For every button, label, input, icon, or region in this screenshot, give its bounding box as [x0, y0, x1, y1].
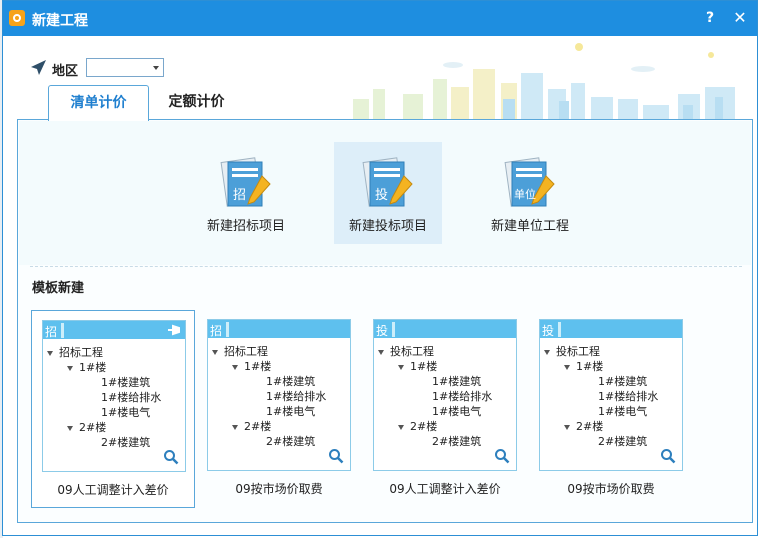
tree-building-2: 2#楼 [564, 419, 603, 434]
new-tender-project-button[interactable]: 招 新建招标项目 [192, 142, 300, 244]
template-preview: 投 投标工程 1#楼 1#楼建筑 1#楼给排水 1#楼电气 2#楼 2#楼建筑 [539, 319, 683, 471]
template-card[interactable]: 招 招标工程 1#楼 1#楼建筑 1#楼给排水 1#楼电气 2#楼 2#楼建筑 … [197, 310, 361, 508]
new-tender-project-label: 新建招标项目 [206, 219, 285, 234]
template-type-tag: 投 [542, 322, 562, 338]
caret-down-icon [398, 424, 404, 430]
tree-leaf: 1#楼给排水 [101, 391, 162, 404]
caret-down-icon [398, 364, 404, 370]
help-button[interactable]: ? [701, 9, 719, 27]
bid-document-icon: 投 [362, 157, 413, 207]
tree-leaf: 1#楼电气 [432, 405, 482, 418]
tree-leaf: 1#楼建筑 [101, 376, 151, 389]
tree-leaf: 1#楼建筑 [598, 375, 648, 388]
city-skyline-illustration [353, 43, 735, 121]
tab-bill-pricing[interactable]: 清单计价 [48, 85, 149, 121]
tree-building-1: 1#楼 [564, 359, 603, 374]
caret-down-icon [564, 424, 570, 430]
pin-icon[interactable] [167, 324, 181, 336]
tree-leaf: 1#楼给排水 [598, 390, 659, 403]
dialog-title: 新建工程 [32, 13, 88, 29]
zoom-preview-icon[interactable] [494, 448, 510, 464]
tree-building-2: 2#楼 [398, 419, 437, 434]
template-card[interactable]: 招 招标工程 1#楼 1#楼建筑 1#楼给排水 1#楼电气 2#楼 2#楼建筑 … [31, 310, 195, 508]
tree-leaf: 1#楼建筑 [266, 375, 316, 388]
unit-document-icon: 单位 [504, 157, 555, 207]
tree-building-1: 1#楼 [398, 359, 437, 374]
caret-down-icon [544, 349, 550, 355]
template-card-header: 招 [43, 321, 185, 339]
caret-down-icon [67, 365, 73, 371]
new-project-dialog: 新建工程 ? ✕ 地区 清单计价 定额计价 招 新建招标项目 投 新建投标项目 … [2, 0, 758, 536]
caret-down-icon [212, 349, 218, 355]
tree-root: 投标工程 [544, 344, 600, 359]
template-card-header: 投 [540, 320, 682, 338]
caret-down-icon [564, 364, 570, 370]
unit-doc-chars: 单位 [514, 187, 536, 201]
zoom-preview-icon[interactable] [328, 448, 344, 464]
tree-root: 招标工程 [47, 345, 103, 360]
tree-leaf: 1#楼建筑 [432, 375, 482, 388]
caret-down-icon [47, 350, 53, 356]
tree-root: 招标工程 [212, 344, 268, 359]
caret-down-icon [232, 424, 238, 430]
tree-leaf: 1#楼电气 [266, 405, 316, 418]
app-logo-icon [9, 10, 25, 26]
template-caption: 09按市场价取费 [567, 482, 655, 496]
zoom-preview-icon[interactable] [660, 448, 676, 464]
caret-down-icon [378, 349, 384, 355]
tender-document-icon: 招 [220, 157, 271, 207]
template-preview: 招 招标工程 1#楼 1#楼建筑 1#楼给排水 1#楼电气 2#楼 2#楼建筑 [207, 319, 351, 471]
tree-building-1: 1#楼 [67, 360, 106, 375]
new-unit-project-label: 新建单位工程 [490, 219, 569, 234]
region-select[interactable] [86, 58, 164, 77]
template-type-tag: 招 [45, 323, 65, 339]
template-type-tag: 投 [376, 322, 396, 338]
template-card[interactable]: 投 投标工程 1#楼 1#楼建筑 1#楼给排水 1#楼电气 2#楼 2#楼建筑 … [529, 310, 693, 508]
new-bid-project-label: 新建投标项目 [348, 219, 427, 234]
tab-content-panel: 招 新建招标项目 投 新建投标项目 单位 新建单位工程 模板新建 招 招标工程 … [17, 119, 753, 523]
tab-quota-pricing[interactable]: 定额计价 [149, 85, 244, 120]
template-type-tag: 招 [210, 322, 230, 338]
tree-leaf: 2#楼建筑 [432, 435, 482, 448]
template-caption: 09按市场价取费 [235, 482, 323, 496]
caret-down-icon [67, 425, 73, 431]
template-preview: 招 招标工程 1#楼 1#楼建筑 1#楼给排水 1#楼电气 2#楼 2#楼建筑 [42, 320, 186, 472]
tree-building-2: 2#楼 [232, 419, 271, 434]
template-card-header: 投 [374, 320, 516, 338]
template-caption: 09人工调整计入差价 [389, 482, 501, 496]
tree-leaf: 2#楼建筑 [101, 436, 151, 449]
template-caption: 09人工调整计入差价 [57, 483, 169, 497]
location-arrow-icon [31, 60, 46, 75]
tree-leaf: 1#楼电气 [101, 406, 151, 419]
title-bar[interactable]: 新建工程 ? ✕ [3, 1, 757, 36]
tree-leaf: 2#楼建筑 [266, 435, 316, 448]
template-card[interactable]: 投 投标工程 1#楼 1#楼建筑 1#楼给排水 1#楼电气 2#楼 2#楼建筑 … [363, 310, 527, 508]
tree-leaf: 1#楼给排水 [432, 390, 493, 403]
bid-doc-char: 投 [375, 187, 388, 203]
tree-leaf: 2#楼建筑 [598, 435, 648, 448]
tree-building-2: 2#楼 [67, 420, 106, 435]
tree-building-1: 1#楼 [232, 359, 271, 374]
tree-leaf: 1#楼电气 [598, 405, 648, 418]
close-button[interactable]: ✕ [731, 9, 749, 27]
section-divider [30, 266, 742, 267]
chevron-down-icon [153, 66, 159, 70]
zoom-preview-icon[interactable] [163, 449, 179, 465]
tree-leaf: 1#楼给排水 [266, 390, 327, 403]
template-section-title: 模板新建 [32, 281, 85, 296]
tender-doc-char: 招 [233, 188, 246, 203]
template-preview: 投 投标工程 1#楼 1#楼建筑 1#楼给排水 1#楼电气 2#楼 2#楼建筑 [373, 319, 517, 471]
tree-root: 投标工程 [378, 344, 434, 359]
new-unit-project-button[interactable]: 单位 新建单位工程 [476, 142, 584, 244]
template-card-header: 招 [208, 320, 350, 338]
caret-down-icon [232, 364, 238, 370]
region-label: 地区 [52, 64, 79, 79]
new-bid-project-button[interactable]: 投 新建投标项目 [334, 142, 442, 244]
